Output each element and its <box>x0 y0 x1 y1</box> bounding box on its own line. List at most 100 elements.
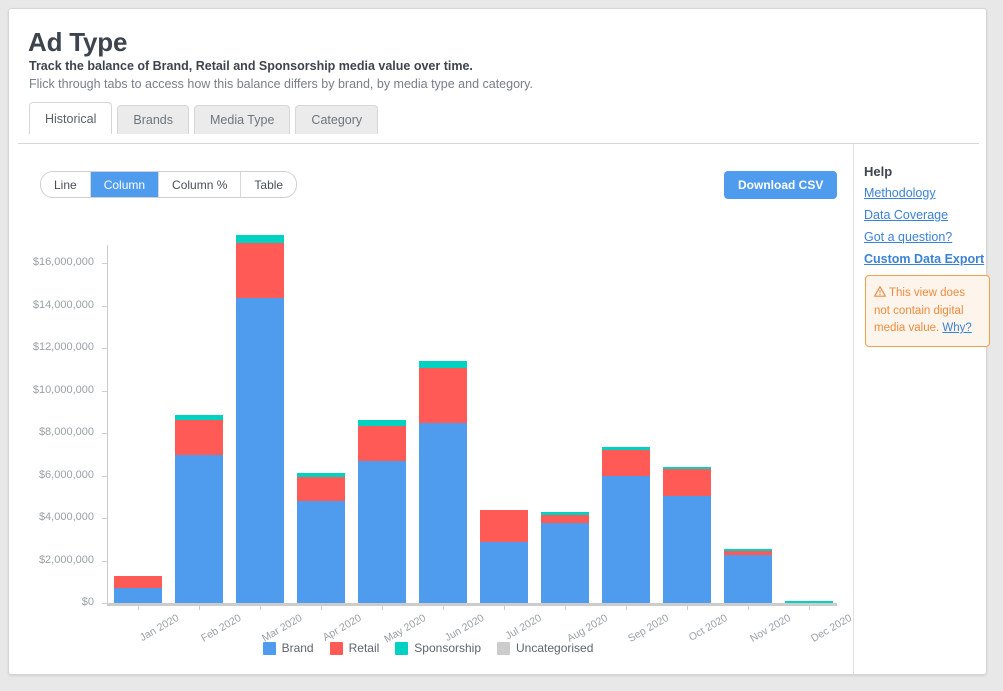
x-axis-label: Dec 2020 <box>809 612 854 645</box>
y-axis-label: $2,000,000 <box>38 553 94 566</box>
legend-swatch-sponsorship <box>395 641 409 655</box>
x-axis-tick <box>809 606 810 610</box>
y-axis-label: $0 <box>81 596 94 608</box>
bar-segment-brand[interactable] <box>175 455 223 603</box>
legend-swatch-uncategorised <box>497 641 511 655</box>
bar-segment-retail[interactable] <box>480 509 528 543</box>
x-axis-tick <box>260 606 261 610</box>
x-axis-tick <box>504 606 505 610</box>
tab-brands[interactable]: Brands <box>117 105 190 134</box>
bar-segment-brand[interactable] <box>724 555 772 603</box>
bar-stack[interactable] <box>236 235 284 603</box>
bar-segment-brand[interactable] <box>236 298 284 603</box>
page-title: Ad Type <box>28 27 128 57</box>
legend-item-brand[interactable]: Brand <box>262 641 314 655</box>
bar-segment-brand[interactable] <box>358 460 406 603</box>
legend-label: Uncategorised <box>516 641 594 655</box>
bar-segment-sponsorship[interactable] <box>785 601 833 603</box>
bar-segment-retail[interactable] <box>602 450 650 476</box>
bar-segment-retail[interactable] <box>114 576 162 589</box>
x-axis-label: Jun 2020 <box>442 612 487 645</box>
y-axis-label: $14,000,000 <box>32 298 94 311</box>
x-axis-tick <box>565 606 566 610</box>
help-link-methodology[interactable]: Methodology <box>864 186 936 200</box>
bar-stack[interactable] <box>419 360 467 603</box>
y-axis-tick <box>102 263 107 264</box>
bar-segment-brand[interactable] <box>602 475 650 603</box>
content-card: Ad Type Track the balance of Brand, Reta… <box>8 8 990 675</box>
bar-segment-brand[interactable] <box>297 501 345 603</box>
x-axis-label: Apr 2020 <box>320 612 364 644</box>
bar-segment-retail[interactable] <box>297 476 345 501</box>
x-axis-tick <box>687 606 688 610</box>
y-axis-label: $16,000,000 <box>32 256 94 268</box>
legend-label: Brand <box>281 641 314 655</box>
x-axis-tick <box>382 606 383 610</box>
stacked-bar-chart: $0 $2,000,000 $4,000,000 $6,000,000 $8,000,0… <box>18 144 854 675</box>
tab-bar: Historical Brands Media Type Category <box>29 102 979 135</box>
y-axis-tick <box>102 390 107 392</box>
bar-segment-retail[interactable] <box>663 469 711 496</box>
x-axis-tick <box>748 606 749 610</box>
y-axis-tick <box>102 433 107 434</box>
legend-label: Retail <box>348 641 380 655</box>
bar-segment-retail[interactable] <box>358 425 406 461</box>
x-axis-label: Oct 2020 <box>686 612 730 644</box>
bar-stack[interactable] <box>785 601 833 603</box>
bar-segment-retail[interactable] <box>236 242 284 299</box>
x-axis-label: Aug 2020 <box>565 612 610 645</box>
y-axis-label: $12,000,000 <box>32 341 94 353</box>
y-axis-tick <box>102 348 107 349</box>
bar-segment-retail[interactable] <box>175 420 223 456</box>
bar-stack[interactable] <box>541 511 589 603</box>
bar-segment-retail[interactable] <box>541 514 589 524</box>
y-axis-tick <box>102 560 107 562</box>
x-axis-label: Jul 2020 <box>503 612 544 643</box>
help-link-custom-data-export[interactable]: Custom Data Export <box>864 252 984 266</box>
legend-item-retail[interactable]: Retail <box>329 641 380 655</box>
bar-stack[interactable] <box>663 467 711 603</box>
chart-panel: Line Column Column % Table Download CSV $0 $… <box>18 144 854 675</box>
x-axis-tick <box>321 606 322 610</box>
x-axis-label: Jan 2020 <box>137 612 182 645</box>
bar-stack[interactable] <box>114 576 162 603</box>
bar-segment-brand[interactable] <box>663 495 711 603</box>
bar-segment-brand[interactable] <box>114 588 162 603</box>
warning-why-link[interactable]: Why? <box>942 322 971 334</box>
legend-swatch-retail <box>329 641 343 655</box>
y-axis-label: $10,000,000 <box>32 383 94 396</box>
y-axis-tick <box>102 475 107 477</box>
bar-stack[interactable] <box>602 446 650 603</box>
digital-media-warning: This view does not contain digital media… <box>865 275 990 347</box>
x-axis-label: Mar 2020 <box>259 612 305 645</box>
tab-category[interactable]: Category <box>295 105 379 134</box>
warning-triangle-icon <box>874 286 886 303</box>
bar-stack[interactable] <box>297 473 345 603</box>
legend-item-uncategorised[interactable]: Uncategorised <box>497 641 593 655</box>
legend-swatch-brand <box>262 641 276 655</box>
page-subtitle-primary: Track the balance of Brand, Retail and S… <box>29 59 473 73</box>
bar-segment-retail[interactable] <box>419 368 467 424</box>
y-axis-label: $8,000,000 <box>38 426 94 438</box>
bar-segment-brand[interactable] <box>480 542 528 603</box>
legend-label: Sponsorship <box>414 641 482 655</box>
bar-segment-brand[interactable] <box>419 423 467 603</box>
bar-segment-sponsorship[interactable] <box>419 360 467 369</box>
x-axis-label: Sep 2020 <box>626 612 671 645</box>
help-link-got-a-question[interactable]: Got a question? <box>864 230 952 244</box>
tab-media-type[interactable]: Media Type <box>194 105 291 134</box>
y-axis-label: $4,000,000 <box>38 511 94 523</box>
help-link-data-coverage[interactable]: Data Coverage <box>864 208 948 222</box>
bar-stack[interactable] <box>724 548 772 603</box>
legend-item-sponsorship[interactable]: Sponsorship <box>395 641 481 655</box>
y-axis-tick <box>102 305 107 307</box>
bar-segment-sponsorship[interactable] <box>236 235 284 243</box>
x-axis-tick <box>626 606 627 610</box>
bar-stack[interactable] <box>175 414 223 603</box>
bar-segment-brand[interactable] <box>541 523 589 603</box>
bar-stack[interactable] <box>358 420 406 603</box>
bar-stack[interactable] <box>480 509 528 603</box>
chart-legend: Brand Retail Sponsorship Uncategorised <box>18 641 838 655</box>
x-axis-line <box>107 603 837 606</box>
tab-historical[interactable]: Historical <box>29 102 113 135</box>
